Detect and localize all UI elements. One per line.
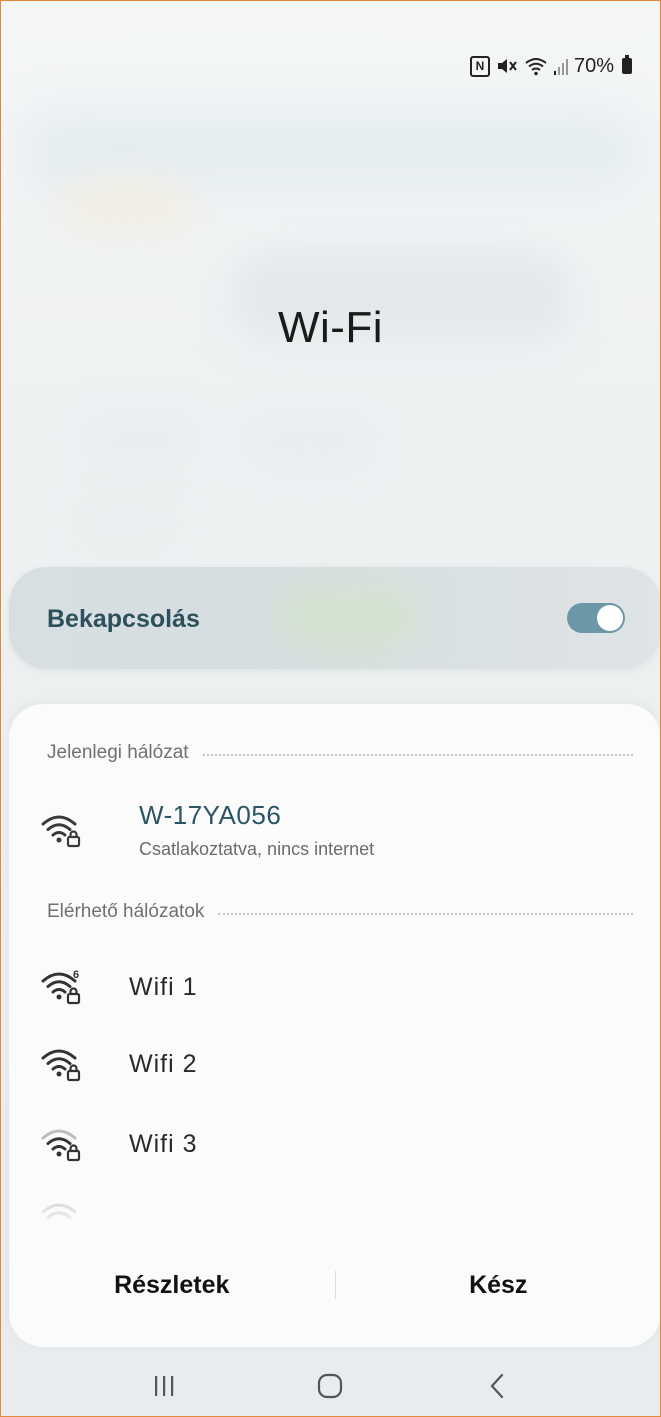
network-item-wifi-2[interactable]: Wifi 2 <box>39 1044 198 1084</box>
background-blur <box>21 111 641 191</box>
list-fade <box>9 1194 660 1254</box>
wifi-bottom-sheet: Jelenlegi hálózat W-17YA056 Csatlakoztat… <box>9 704 661 1347</box>
wifi-lock-icon <box>39 810 83 850</box>
background-blur <box>91 421 191 461</box>
details-button[interactable]: Részletek <box>9 1271 335 1300</box>
signal-icon <box>553 57 568 75</box>
switch-knob <box>597 605 623 631</box>
wifi-lock-icon <box>39 1044 83 1084</box>
done-button[interactable]: Kész <box>336 1271 661 1300</box>
background-blur <box>251 421 371 461</box>
divider <box>218 913 633 915</box>
network-name: Wifi 2 <box>129 1049 198 1078</box>
section-title: Elérhető hálózatok <box>47 901 205 922</box>
current-network-texts: W-17YA056 Csatlakoztatva, nincs internet <box>139 800 374 860</box>
wifi-icon <box>524 56 548 76</box>
sheet-buttons: Részletek Kész <box>9 1264 661 1306</box>
wifi-switch[interactable] <box>567 603 625 633</box>
battery-icon <box>622 55 632 74</box>
background-blur <box>279 587 419 647</box>
wifi-toggle-row[interactable]: Bekapcsolás <box>9 567 660 669</box>
status-bar: N 70% <box>469 51 632 81</box>
background-blur <box>81 501 171 541</box>
network-name: Wifi 3 <box>129 1129 198 1158</box>
wifi-lock-icon <box>39 1124 83 1164</box>
background-blur <box>61 181 191 231</box>
mute-icon <box>496 56 518 76</box>
section-title: Jelenlegi hálózat <box>47 742 189 763</box>
battery-percent: 70% <box>573 54 614 77</box>
nfc-icon: N <box>469 55 490 77</box>
wifi6-lock-icon: 6 <box>39 967 83 1007</box>
network-item-wifi-3[interactable]: Wifi 3 <box>39 1124 198 1164</box>
available-networks-header: Elérhető hálózatok <box>47 901 633 923</box>
back-icon[interactable] <box>467 1366 527 1406</box>
current-network-status: Csatlakoztatva, nincs internet <box>139 839 375 859</box>
recents-icon[interactable] <box>134 1366 194 1406</box>
toggle-label: Bekapcsolás <box>47 605 200 633</box>
home-icon[interactable] <box>300 1366 360 1406</box>
navigation-bar <box>1 1356 660 1416</box>
svg-text:6: 6 <box>73 969 79 981</box>
page-title: Wi-Fi <box>277 303 384 352</box>
current-network-item[interactable]: W-17YA056 Csatlakoztatva, nincs internet <box>39 800 374 860</box>
current-network-header: Jelenlegi hálózat <box>47 742 633 764</box>
screen: N 70% Wi-Fi Bekapcsolás Jelenlegi hálóza… <box>0 0 661 1417</box>
network-name: Wifi 1 <box>129 972 198 1001</box>
current-network-name: W-17YA056 <box>139 800 282 830</box>
divider <box>202 754 633 756</box>
network-item-wifi-1[interactable]: 6 Wifi 1 <box>39 967 198 1007</box>
